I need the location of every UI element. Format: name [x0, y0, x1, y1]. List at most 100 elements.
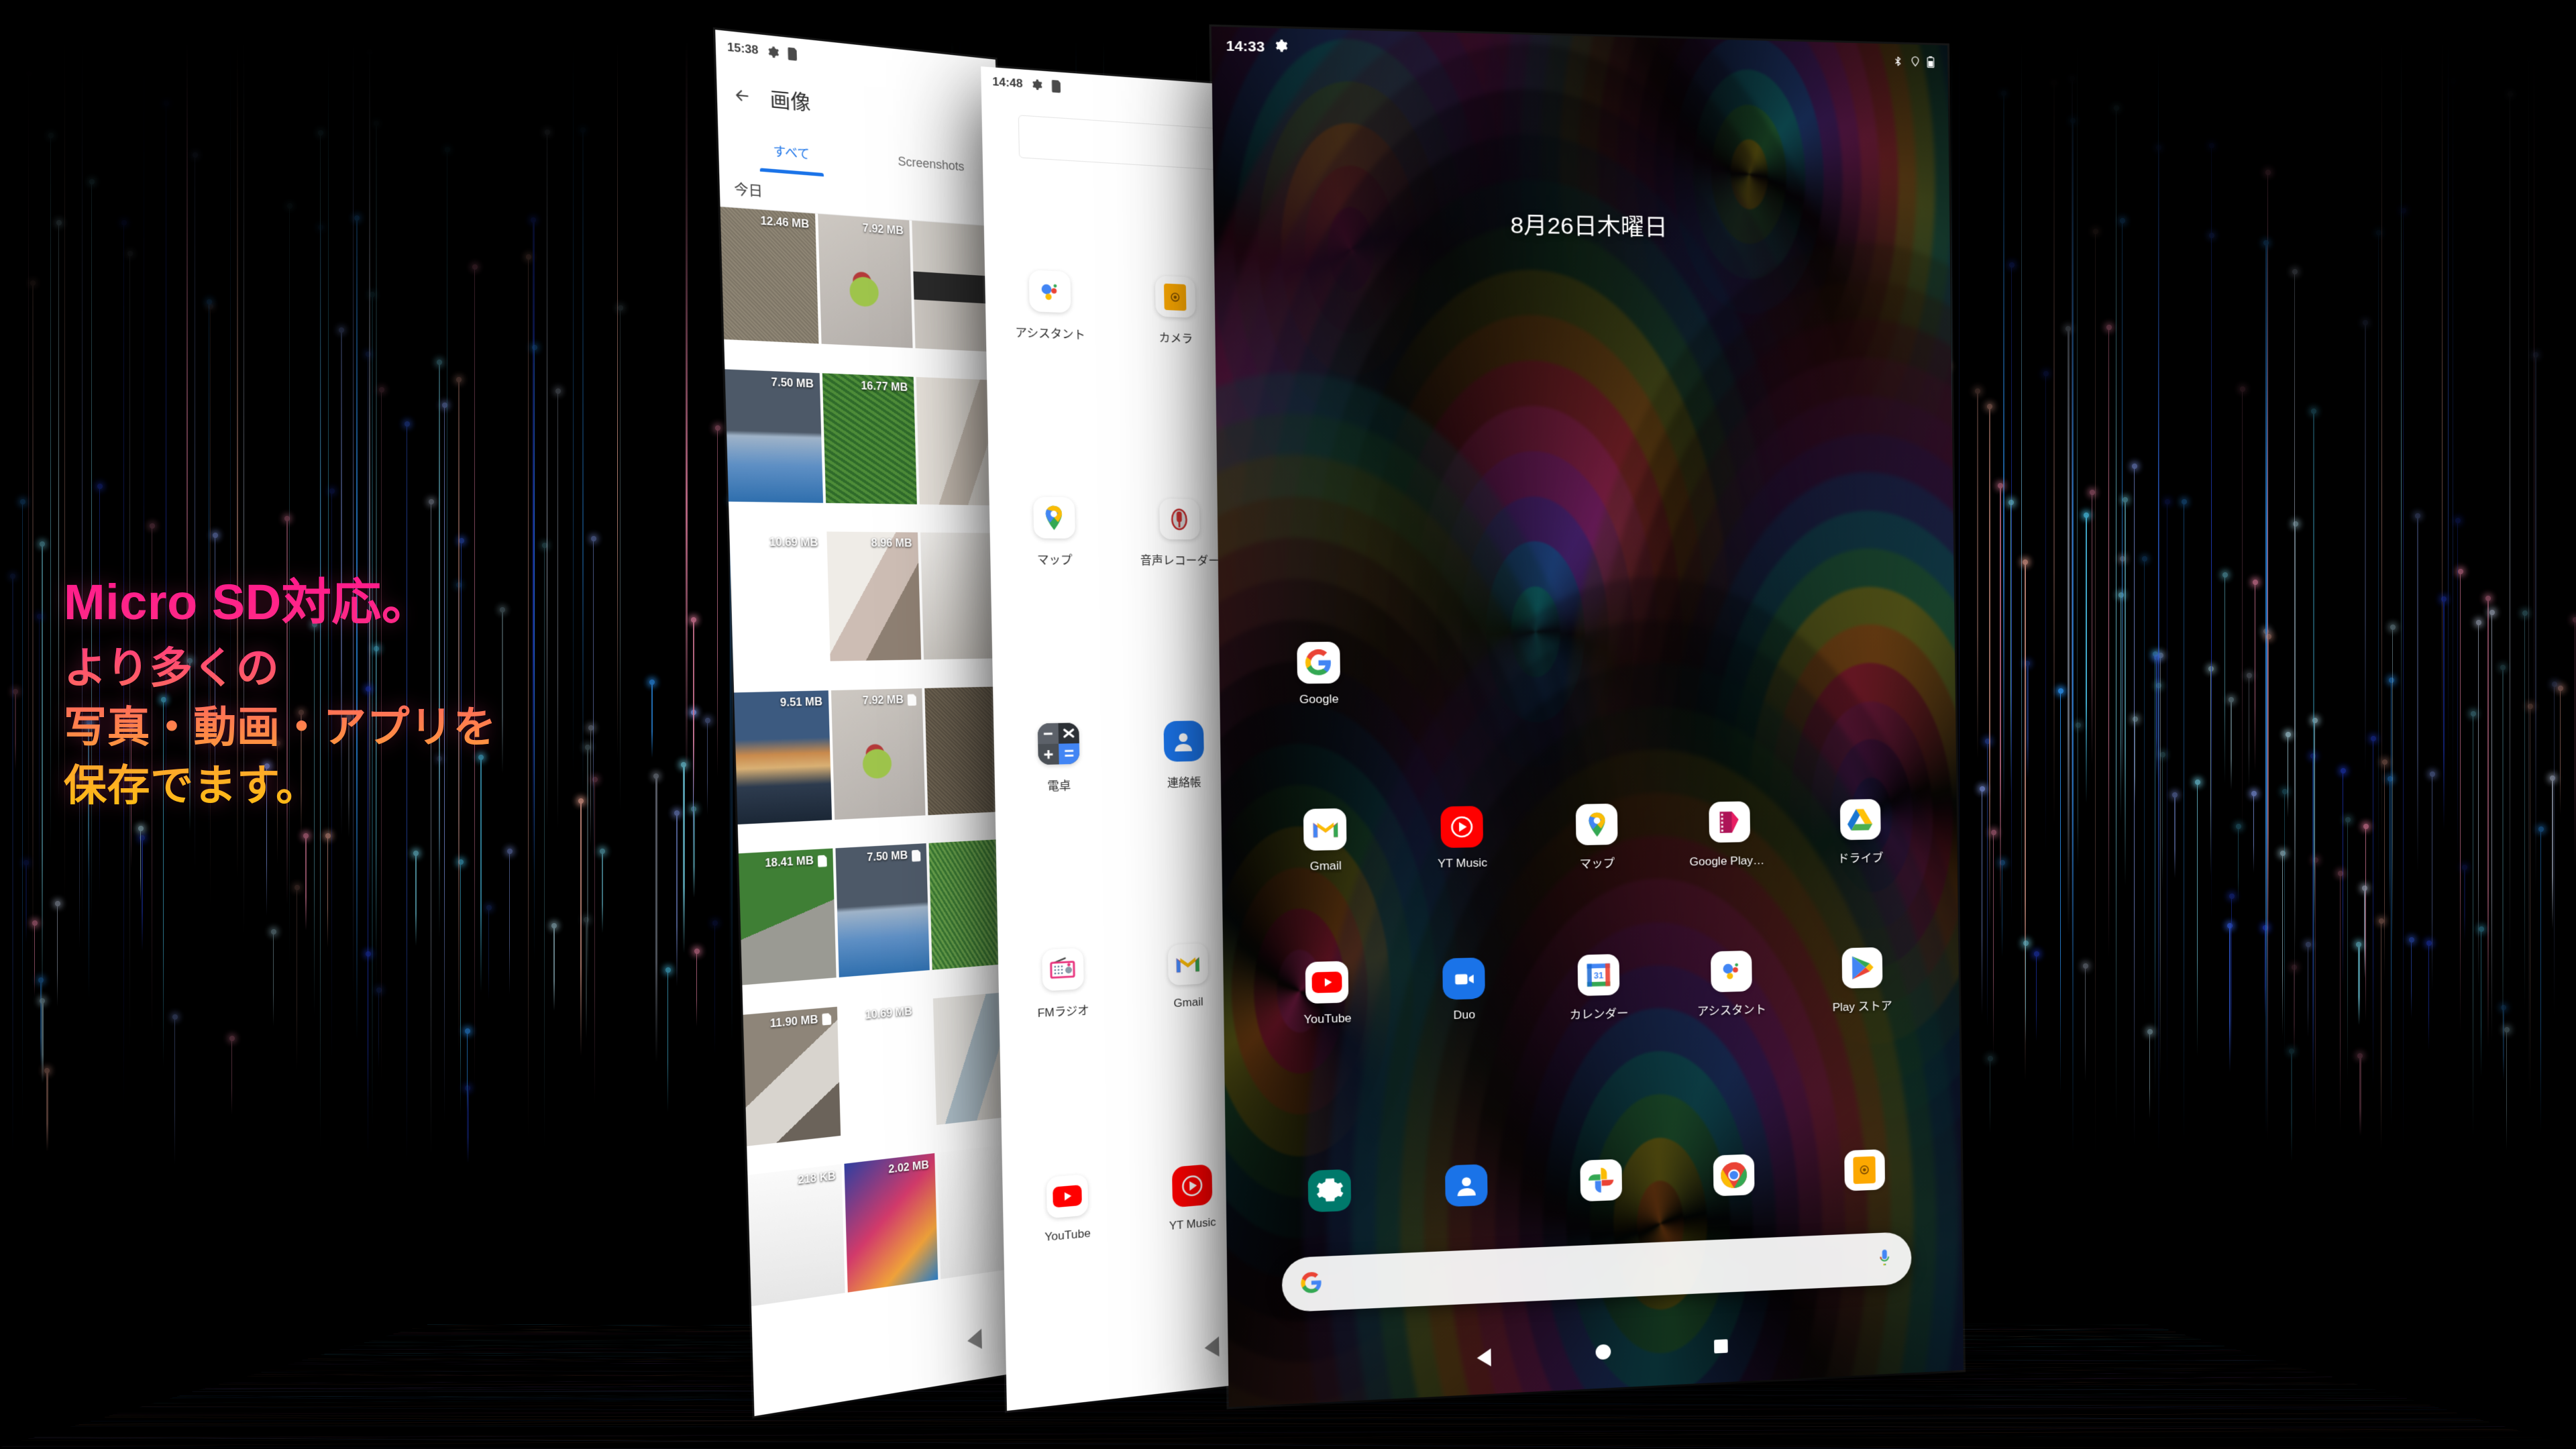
google-assistant-icon	[1028, 270, 1071, 315]
home-app-google-play-store[interactable]: Play ストア	[1796, 945, 1927, 1016]
dock-app-settings[interactable]	[1260, 1167, 1399, 1215]
gallery-photo-item[interactable]: 7.50 MB	[724, 368, 824, 503]
drawer-app-calculator[interactable]: 電卓	[992, 645, 1124, 873]
dock-app-contacts[interactable]	[1398, 1162, 1534, 1210]
gallery-photo-item[interactable]: 7.50 MB	[835, 843, 930, 978]
gallery-photo-item[interactable]: 16.77 MB	[822, 372, 917, 504]
youtube-icon	[1305, 960, 1350, 1004]
drawer-app-fm-radio[interactable]: FMラジオ	[996, 868, 1128, 1100]
camera-icon	[1154, 275, 1196, 319]
gallery-photo-item[interactable]: 7.92 MB	[830, 688, 926, 820]
drawer-app-label: FMラジオ	[1037, 1004, 1089, 1020]
drawer-app-label: YT Music	[1169, 1215, 1216, 1233]
photo-size-text: 7.50 MB	[867, 850, 908, 864]
location-icon	[1909, 55, 1921, 71]
drawer-app-label: 電卓	[1047, 779, 1071, 793]
voice-recorder-icon	[1159, 498, 1201, 540]
nav-back-icon[interactable]	[967, 1328, 982, 1352]
google-maps-icon	[1575, 803, 1619, 846]
marketing-line-4: 保存でます。	[64, 761, 775, 811]
contacts-icon	[1163, 720, 1205, 763]
google-play-store-icon	[1841, 947, 1883, 989]
gallery-photo-item[interactable]: 10.69 MB	[840, 999, 934, 1136]
sdcard-icon	[788, 47, 797, 60]
drawer-app-label: 音声レコーダー	[1140, 554, 1220, 568]
back-arrow-icon[interactable]	[733, 85, 751, 105]
battery-icon	[1927, 56, 1934, 72]
gallery-photo-item[interactable]: 8.96 MB	[826, 531, 922, 661]
dock-app-google-photos[interactable]	[1534, 1157, 1668, 1204]
calculator-icon	[1036, 722, 1080, 765]
home-app-google-play-movies[interactable]: Google Playムー…	[1663, 800, 1796, 869]
home-app-label: Duo	[1453, 1008, 1476, 1022]
home-app-label: YouTube	[1303, 1011, 1352, 1026]
drawer-app-grid: アシスタント カメラ マップ 音声レコーダー 電卓 連絡帳 FMラジオ Gmail YouTub…	[983, 189, 1255, 1328]
gallery-photo-item[interactable]: 12.46 MB	[720, 207, 819, 344]
gallery-photo-item[interactable]: 218 KB	[747, 1164, 845, 1307]
dock-app-chrome[interactable]	[1668, 1152, 1800, 1199]
gmail-icon	[1303, 808, 1348, 851]
home-app-google-maps[interactable]: マップ	[1529, 802, 1664, 873]
microphone-icon[interactable]	[1875, 1248, 1894, 1271]
drawer-app-label: カメラ	[1159, 331, 1193, 346]
home-app-label: Google Playムー…	[1689, 853, 1770, 869]
camera-icon	[1843, 1148, 1886, 1192]
sdcard-icon	[1052, 80, 1061, 93]
drawer-app-youtube[interactable]: YouTube	[1001, 1091, 1132, 1328]
nav-home-icon[interactable]	[1595, 1344, 1611, 1360]
fm-radio-icon	[1041, 947, 1085, 992]
google-play-movies-icon	[1708, 800, 1751, 843]
drawer-app-google-maps[interactable]: マップ	[987, 417, 1120, 645]
home-app-label: Play ストア	[1832, 999, 1892, 1014]
tablet-screen: 14:33 8月26日木曜日 Google Gmail YT Music マップ…	[1211, 26, 1964, 1407]
photo-thumbnail	[826, 531, 922, 661]
youtube-icon	[1045, 1173, 1089, 1220]
sdcard-badge-icon	[908, 694, 916, 706]
gear-icon	[1273, 38, 1288, 57]
sdcard-badge-icon	[912, 850, 920, 862]
google-icon	[1296, 641, 1341, 684]
home-app-google-calendar[interactable]: 31 カレンダー	[1532, 952, 1666, 1024]
photo-size-label: 9.51 MB	[780, 696, 823, 709]
google-photos-icon	[1579, 1159, 1623, 1203]
home-app-google-drive[interactable]: ドライブ	[1794, 798, 1925, 867]
photo-size-text: 7.50 MB	[771, 376, 814, 390]
drawer-app-label: マップ	[1036, 553, 1073, 568]
gallery-photo-item[interactable]: 18.41 MB	[738, 848, 837, 985]
home-app-label: アシスタント	[1697, 1003, 1767, 1018]
home-app-google-assistant[interactable]: アシスタント	[1665, 949, 1798, 1020]
youtube-music-icon	[1440, 805, 1484, 849]
home-app-google-duo[interactable]: Duo	[1395, 955, 1532, 1027]
gmail-icon	[1167, 943, 1209, 987]
home-app-youtube[interactable]: YouTube	[1258, 959, 1397, 1032]
dock-app-camera[interactable]	[1799, 1147, 1929, 1194]
status-time: 14:48	[992, 74, 1023, 91]
nav-recents-icon[interactable]	[1714, 1339, 1728, 1354]
photo-size-text: 10.69 MB	[769, 537, 818, 549]
drawer-app-label: アシスタント	[1015, 326, 1085, 342]
photo-thumbnail	[747, 1164, 845, 1307]
home-app-label: Google	[1299, 692, 1339, 706]
drawer-search-input[interactable]	[1018, 115, 1225, 171]
gallery-photo-item[interactable]: 11.90 MB	[743, 1006, 841, 1146]
photo-size-label: 16.77 MB	[861, 380, 908, 394]
status-time: 14:33	[1226, 38, 1265, 56]
google-calendar-icon: 31	[1577, 953, 1621, 997]
photo-size-label: 7.50 MB	[771, 376, 814, 390]
google-drive-icon	[1839, 798, 1881, 841]
home-app-youtube-music[interactable]: YT Music	[1393, 804, 1530, 875]
drawer-app-google-assistant[interactable]: アシスタント	[983, 189, 1116, 421]
sdcard-badge-icon	[822, 1013, 831, 1026]
chrome-icon	[1712, 1153, 1755, 1197]
nav-back-icon[interactable]	[1204, 1336, 1220, 1358]
drawer-app-label: 連絡帳	[1167, 775, 1201, 790]
google-maps-icon	[1032, 496, 1076, 539]
home-app-gmail[interactable]: Gmail	[1256, 807, 1395, 879]
gallery-photo-item[interactable]: 7.92 MB	[818, 213, 913, 348]
nav-back-icon[interactable]	[1477, 1348, 1491, 1367]
photo-size-label: 8.96 MB	[871, 537, 912, 550]
gallery-photo-item[interactable]: 2.02 MB	[844, 1153, 938, 1293]
home-app-google[interactable]: Google	[1275, 641, 1362, 707]
photo-size-label: 7.92 MB	[863, 694, 916, 707]
bluetooth-icon	[1892, 55, 1904, 72]
